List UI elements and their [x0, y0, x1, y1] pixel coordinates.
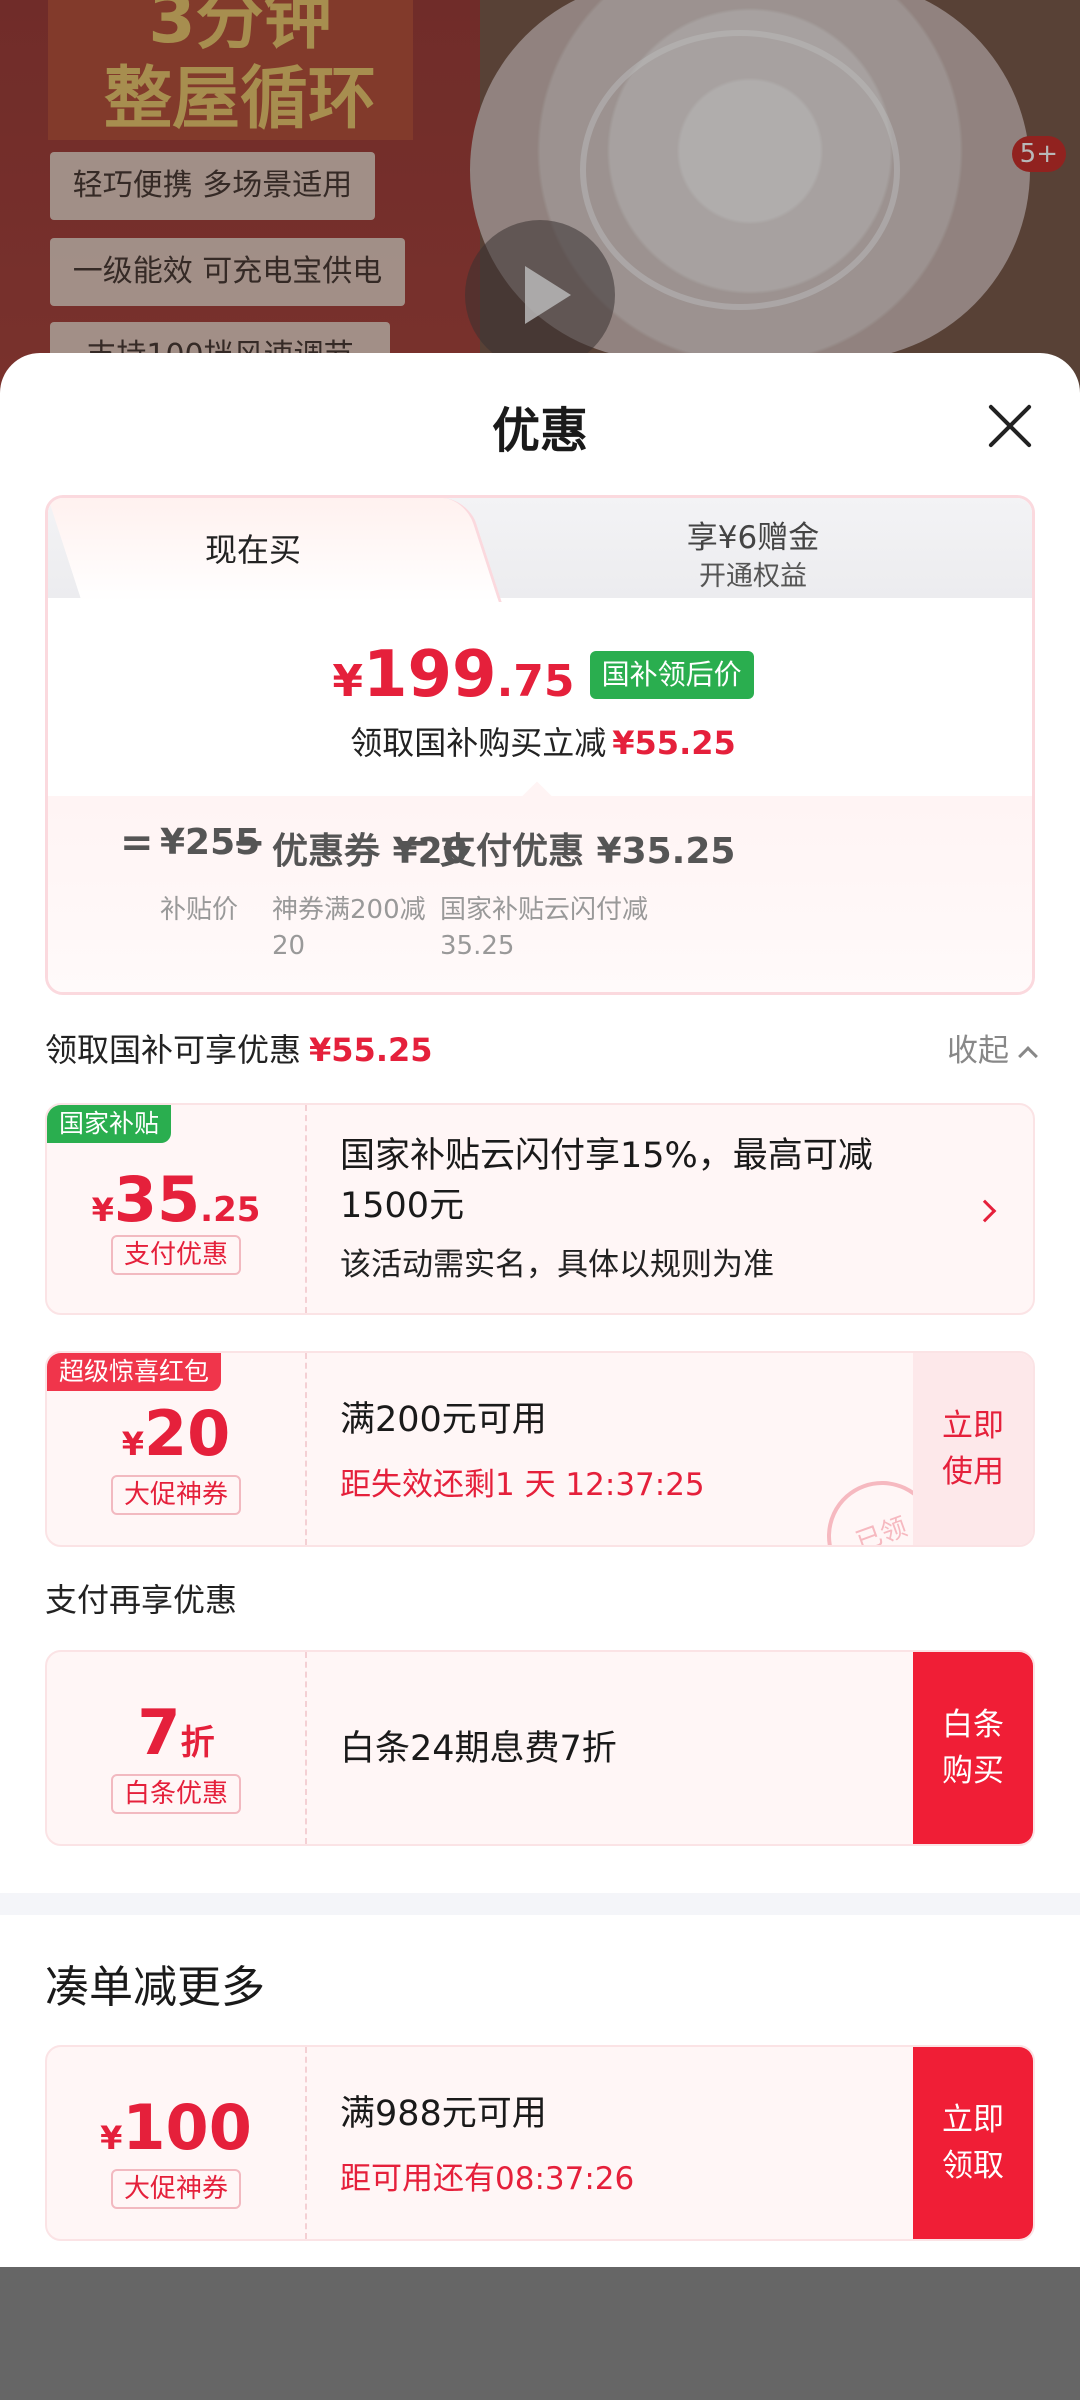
minus-sign: − [398, 820, 432, 866]
bottom-overlay [0, 2267, 1080, 2400]
use-now-button[interactable]: 立即 使用 [913, 1353, 1033, 1545]
baitiao-buy-label-2: 购买 [942, 1753, 1004, 1789]
subsidy-section-text: 领取国补可享优惠 [45, 1031, 302, 1069]
price-currency: ¥ [332, 656, 363, 707]
baitiao-coupon: 7折 白条优惠 白条24期息费7折 白条购买 [45, 1650, 1035, 1846]
coupon-amount: ¥100 [47, 2091, 305, 2164]
price-subtitle: 领取国补购买立减 ¥55.25 [48, 718, 1032, 764]
subsidy-section-title: 领取国补可享优惠 ¥55.25 [45, 1025, 433, 1071]
close-icon[interactable] [980, 395, 1040, 455]
baitiao-discount: 7折 [47, 1696, 305, 1769]
coupon-amount-int: 100 [122, 2091, 252, 2164]
subsidy-price-tag: 国补领后价 [589, 651, 754, 699]
bundle-section-title: 凑单减更多 [45, 1962, 265, 2013]
coupon-kind: 大促神券 [111, 2169, 241, 2209]
equals-sign: = [120, 820, 154, 866]
payment-section-title: 支付再享优惠 [45, 1581, 238, 1619]
coupon-condition: 满200元可用 [340, 1400, 547, 1440]
base-price-label: 补贴价 [160, 895, 239, 925]
final-price: ¥199.75 [332, 638, 574, 712]
coupon-divider [305, 1652, 307, 1844]
coupon-currency: ¥ [100, 2119, 123, 2157]
coupon-kind: 大促神券 [111, 1475, 241, 1515]
claim-now-label-1: 立即 [942, 2102, 1004, 2138]
coupon-desc-note: 该活动需实名，具体以规则为准 [340, 1247, 774, 1283]
baitiao-buy-label-1: 白条 [942, 1707, 1004, 1743]
price-subtitle-text: 领取国补购买立减 [350, 724, 607, 762]
coupon-kind: 支付优惠 [111, 1235, 241, 1275]
section-gap [0, 1893, 1080, 1915]
baitiao-desc: 白条24期息费7折 [340, 1729, 617, 1769]
coupon-amount: ¥20 [47, 1397, 305, 1470]
baitiao-amount: 7 [137, 1696, 181, 1769]
coupon-label-1: 神券满200减 [272, 895, 426, 925]
bundle-countdown: 距可用还有08:37:26 [340, 2161, 635, 2197]
sheet-title: 优惠 [491, 403, 588, 459]
coupon-value: 优惠券 ¥20 [272, 831, 468, 872]
coupon-kind: 白条优惠 [111, 1774, 241, 1814]
minus-sign: − [232, 820, 266, 866]
price-breakdown: = ¥255 补贴价 − 优惠券 ¥20 神券满200减 20 − 支付优惠 ¥… [48, 796, 1032, 992]
use-now-label-1: 立即 [942, 1408, 1004, 1444]
coupon-amount-int: 20 [143, 1397, 231, 1470]
coupon-desc-line2: 1500元 [340, 1186, 465, 1226]
price-decimal: .75 [496, 656, 575, 707]
pay-discount-label-2: 35.25 [440, 931, 515, 961]
bundle-condition: 满988元可用 [340, 2094, 547, 2134]
overlay-dim[interactable] [0, 0, 1080, 400]
price-integer: 199 [362, 638, 497, 712]
tab-bonus-subtitle[interactable]: 开通权益 [468, 554, 1032, 593]
coupon-divider [305, 2047, 307, 2239]
coupon-divider [305, 1105, 307, 1313]
collapse-label: 收起 [947, 1033, 1009, 1069]
red-packet-coupon: ¥20 大促神券 超级惊喜红包 满200元可用 距失效还剩1 天 12:37:2… [45, 1351, 1035, 1547]
pay-discount-label-1: 国家补贴云闪付减 [440, 895, 649, 925]
claim-now-button[interactable]: 立即 领取 [913, 2047, 1033, 2239]
coupon-desc-line1: 国家补贴云闪付享15%，最高可减 [340, 1136, 873, 1176]
product-preview: 3分钟 整屋循环 轻巧便携 多场景适用 一级能效 可充电宝供电 支持100挡风速… [0, 0, 1080, 400]
pay-discount-value: 支付优惠 ¥35.25 [440, 831, 736, 872]
coupon-amount: ¥35.25 [47, 1163, 305, 1236]
chevron-right-icon[interactable] [973, 1199, 997, 1223]
chevron-up-icon [1018, 1046, 1038, 1066]
price-card: 现在买 享¥6赠金 开通权益 ¥199.75 国补领后价 领取国补购买立减 ¥55… [45, 495, 1035, 995]
tab-bonus-title[interactable]: 享¥6赠金 [468, 512, 1032, 557]
coupon-currency: ¥ [121, 1425, 144, 1463]
coupon-amount-dec: .25 [200, 1190, 261, 1230]
coupon-label-2: 20 [272, 931, 306, 961]
baitiao-buy-button[interactable]: 白条 购买 [913, 1652, 1033, 1844]
coupon-expiry: 距失效还剩1 天 12:37:25 [340, 1467, 705, 1503]
discount-sheet: 优惠 现在买 享¥6赠金 开通权益 ¥199.75 国补领后价 领取国补购买立减… [0, 353, 1080, 2267]
coupon-tag: 国家补贴 [47, 1105, 172, 1143]
final-price-row: ¥199.75 国补领后价 [48, 638, 1032, 712]
collapse-button[interactable]: 收起 [947, 1025, 1038, 1070]
coupon-currency: ¥ [91, 1191, 114, 1229]
price-subtitle-amount: ¥55.25 [612, 724, 736, 762]
coupon-tag: 超级惊喜红包 [47, 1353, 222, 1391]
baitiao-unit: 折 [180, 1723, 215, 1763]
subsidy-coupon[interactable]: ¥35.25 支付优惠 国家补贴 国家补贴云闪付享15%，最高可减 1500元 … [45, 1103, 1035, 1315]
coupon-amount-int: 35 [113, 1163, 201, 1236]
use-now-label-2: 使用 [942, 1454, 1004, 1490]
claim-now-label-2: 领取 [942, 2148, 1004, 2184]
subsidy-section-amount: ¥55.25 [309, 1031, 433, 1069]
bundle-coupon: ¥100 大促神券 满988元可用 距可用还有08:37:26 立即领取 [45, 2045, 1035, 2241]
coupon-divider [305, 1353, 307, 1545]
tab-buy-now[interactable]: 现在买 [48, 498, 458, 602]
